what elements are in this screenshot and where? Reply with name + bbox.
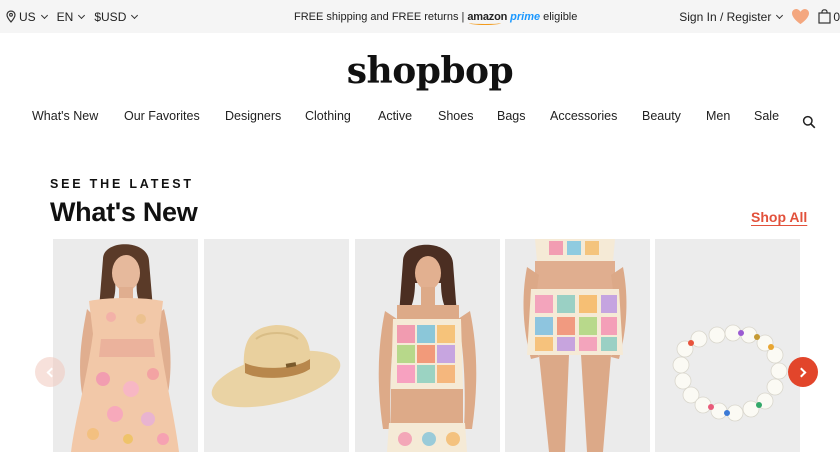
nav-item-bags[interactable]: Bags: [497, 109, 526, 123]
nav-item-clothing[interactable]: Clothing: [305, 109, 351, 123]
signin-register-link[interactable]: Sign In / Register: [679, 9, 784, 24]
chevron-down-icon: [776, 11, 784, 19]
nav-item-our-favorites[interactable]: Our Favorites: [124, 109, 200, 123]
search-icon[interactable]: [802, 115, 816, 129]
locale-selectors: US EN $USD: [6, 0, 139, 33]
amazon-logo: amazon: [467, 10, 508, 25]
heart-icon[interactable]: [790, 8, 810, 26]
chevron-down-icon: [78, 11, 86, 19]
shopbop-logo[interactable]: shopbop: [0, 50, 840, 92]
shopping-bag-icon: [818, 9, 831, 24]
product-image-straw-hat: [204, 239, 349, 452]
nav-item-active[interactable]: Active: [378, 109, 412, 123]
nav-item-beauty[interactable]: Beauty: [642, 109, 681, 123]
section-eyebrow: SEE THE LATEST: [50, 177, 194, 191]
eligible-text: eligible: [543, 10, 578, 23]
country-selector[interactable]: US: [6, 9, 48, 24]
language-label: EN: [56, 9, 74, 24]
product-card[interactable]: [505, 239, 650, 452]
bag-count: 0: [833, 9, 840, 24]
section-title: What's New: [50, 197, 198, 227]
nav-item-accessories[interactable]: Accessories: [550, 109, 617, 123]
country-label: US: [19, 9, 36, 24]
utility-bar: US EN $USD FREE shipping and FREE return…: [0, 0, 840, 33]
nav-item-shoes[interactable]: Shoes: [438, 109, 473, 123]
product-card[interactable]: [53, 239, 198, 452]
chevron-down-icon: [131, 11, 139, 19]
product-image-crochet-top: [355, 239, 500, 452]
prime-logo: prime: [510, 10, 541, 23]
whats-new-carousel: [0, 239, 840, 452]
carousel-prev-button[interactable]: [35, 357, 65, 387]
shop-all-link[interactable]: Shop All: [751, 209, 807, 225]
currency-label: $USD: [94, 9, 127, 24]
nav-item-men[interactable]: Men: [706, 109, 730, 123]
product-image-pearl-bracelet: [655, 239, 800, 452]
product-image-crochet-skirt: [505, 239, 650, 452]
shopping-bag-button[interactable]: 0: [818, 9, 840, 24]
chevron-left-icon: [46, 367, 57, 377]
nav-item-sale[interactable]: Sale: [754, 109, 779, 123]
language-selector[interactable]: EN: [56, 9, 86, 24]
location-pin-icon: [6, 10, 16, 23]
carousel-next-button[interactable]: [788, 357, 818, 387]
product-card[interactable]: [355, 239, 500, 452]
account-area: Sign In / Register 0: [679, 0, 840, 33]
promo-banner[interactable]: FREE shipping and FREE returns | amazon …: [294, 0, 577, 33]
product-image-floral-dress: [53, 239, 198, 452]
product-card[interactable]: [655, 239, 800, 452]
promo-text: FREE shipping and FREE returns |: [294, 10, 465, 23]
signin-label: Sign In / Register: [679, 9, 772, 24]
chevron-right-icon: [796, 367, 807, 377]
product-card[interactable]: [204, 239, 349, 452]
nav-item-whats-new[interactable]: What's New: [32, 109, 98, 123]
currency-selector[interactable]: $USD: [94, 9, 139, 24]
nav-item-designers[interactable]: Designers: [225, 109, 281, 123]
chevron-down-icon: [40, 11, 48, 19]
